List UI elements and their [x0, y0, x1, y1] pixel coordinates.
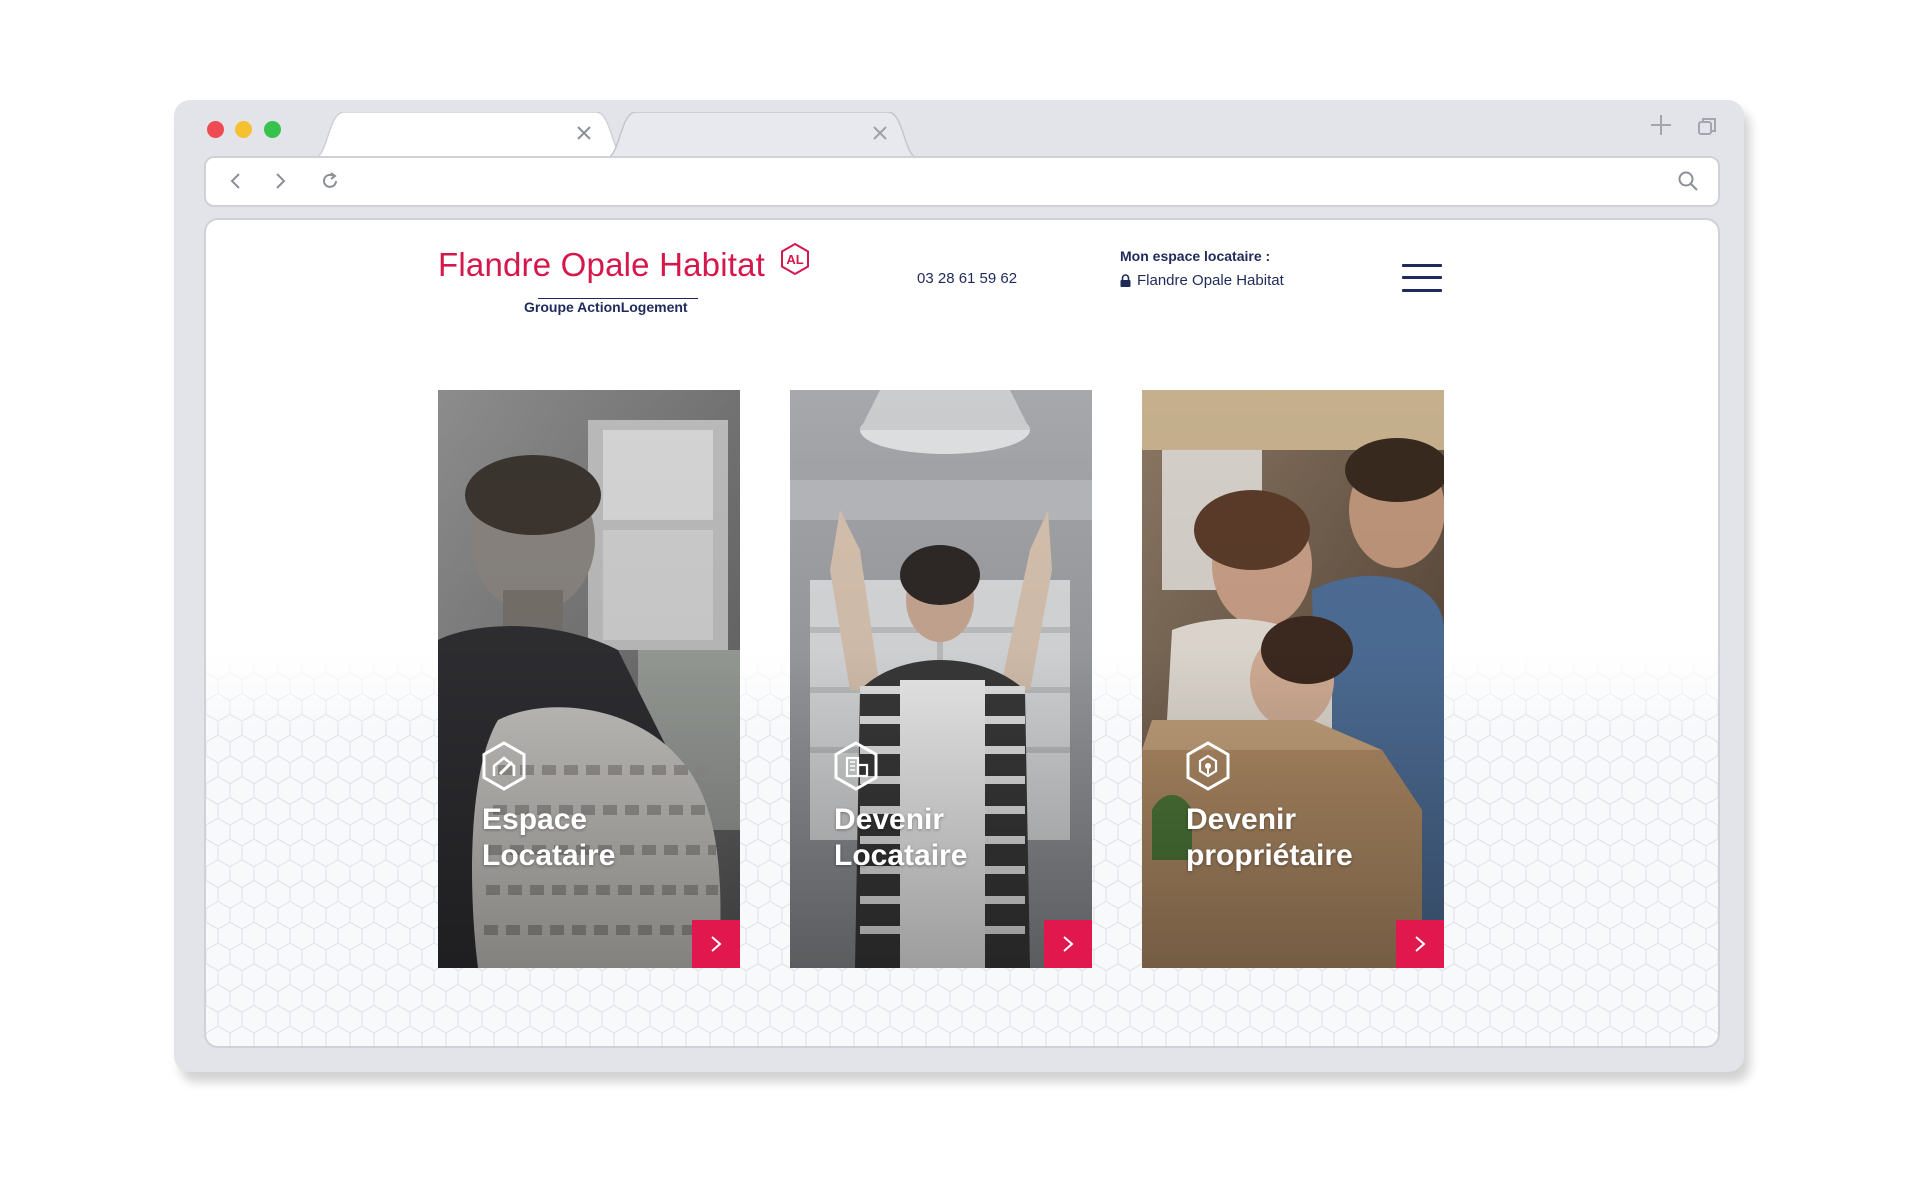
- new-tab-plus-icon[interactable]: [1648, 112, 1674, 138]
- forward-arrow-icon[interactable]: [268, 169, 292, 193]
- lock-icon: [1120, 274, 1131, 287]
- minimize-window-button[interactable]: [235, 121, 252, 138]
- card-devenir-proprietaire[interactable]: Devenir propriétaire: [1142, 390, 1444, 968]
- site-logo[interactable]: Flandre Opale Habitat AL Groupe ActionLo…: [438, 242, 818, 322]
- chevron-right-icon: [711, 936, 722, 952]
- search-icon[interactable]: [1676, 169, 1700, 193]
- maximize-window-button[interactable]: [264, 121, 281, 138]
- reload-icon[interactable]: [318, 169, 342, 193]
- espace-locataire-title: Mon espace locataire :: [1120, 248, 1271, 264]
- card-devenir-locataire[interactable]: Devenir Locataire: [790, 390, 1092, 968]
- card-title: Espace Locataire: [482, 803, 616, 872]
- card-title: Devenir Locataire: [834, 803, 968, 872]
- logo-badge-text: AL: [786, 252, 803, 267]
- espace-link-label: Flandre Opale Habitat: [1137, 272, 1284, 289]
- card-arrow-button[interactable]: [1044, 920, 1092, 968]
- card-arrow-button[interactable]: [1396, 920, 1444, 968]
- building-icon: [832, 740, 880, 792]
- browser-window: Flandre Opale Habitat AL Groupe ActionLo…: [174, 100, 1744, 1072]
- tab-close-icon[interactable]: [572, 121, 596, 145]
- page-viewport: Flandre Opale Habitat AL Groupe ActionLo…: [204, 218, 1720, 1048]
- chevron-right-icon: [1415, 936, 1426, 952]
- close-window-button[interactable]: [207, 121, 224, 138]
- logo-subtitle: Groupe ActionLogement: [524, 299, 688, 315]
- chevron-right-icon: [1063, 936, 1074, 952]
- logo-name: Flandre Opale Habitat: [438, 246, 766, 283]
- phone-number[interactable]: 03 28 61 59 62: [917, 270, 1017, 287]
- card-arrow-button[interactable]: [692, 920, 740, 968]
- hamburger-menu-icon[interactable]: [1402, 264, 1444, 298]
- house-key-icon: [1184, 740, 1232, 792]
- browser-tab-active[interactable]: [314, 112, 626, 158]
- card-espace-locataire[interactable]: Espace Locataire: [438, 390, 740, 968]
- address-bar[interactable]: [204, 156, 1720, 207]
- back-arrow-icon[interactable]: [224, 169, 248, 193]
- browser-tab-inactive[interactable]: [606, 112, 918, 158]
- card-title: Devenir propriétaire: [1186, 803, 1353, 872]
- tab-close-icon[interactable]: [868, 121, 892, 145]
- espace-locataire-link[interactable]: Flandre Opale Habitat: [1120, 272, 1284, 289]
- house-pen-icon: [480, 740, 528, 792]
- restore-window-icon[interactable]: [1696, 116, 1718, 138]
- action-logement-badge-icon: AL: [778, 242, 812, 276]
